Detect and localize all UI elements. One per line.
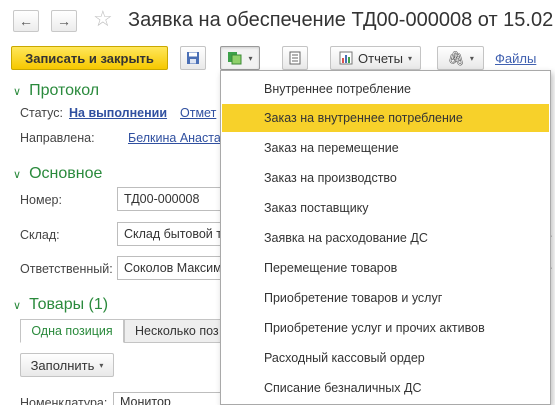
back-button[interactable]: ← xyxy=(13,10,39,32)
menu-item-order-internal-consumption[interactable]: Заказ на внутреннее потребление xyxy=(222,104,549,132)
goods-section-header[interactable]: ∨ Товары (1) xyxy=(13,296,108,314)
create-based-on-button[interactable]: ▾ xyxy=(220,46,260,70)
menu-item-cashless-writeoff[interactable]: Списание безналичных ДС xyxy=(222,374,549,402)
save-and-close-button[interactable]: Записать и закрыть xyxy=(11,46,168,70)
menu-item-purchase-services-assets[interactable]: Приобретение услуг и прочих активов xyxy=(222,314,549,342)
paperclip-icon: 🖇 xyxy=(447,49,465,66)
chevron-down-icon: ∨ xyxy=(13,85,22,98)
create-based-on-icon xyxy=(228,52,242,65)
forward-button[interactable]: → xyxy=(51,10,77,32)
chevron-down-icon: ▾ xyxy=(407,53,412,63)
protocol-section-header[interactable]: ∨ Протокол xyxy=(13,82,99,100)
responsible-label: Ответственный: xyxy=(20,262,113,276)
nomenclature-label: Номенклатура: xyxy=(20,396,108,405)
reports-button[interactable]: Отчеты ▾ xyxy=(330,46,421,70)
files-link[interactable]: Файлы xyxy=(495,51,536,66)
main-section-header[interactable]: ∨ Основное xyxy=(13,165,102,183)
chevron-down-icon: ▾ xyxy=(469,53,474,63)
menu-item-payment-request[interactable]: Заявка на расходование ДС xyxy=(222,224,549,252)
document-list-icon xyxy=(289,51,301,65)
arrow-right-icon: → xyxy=(57,13,71,29)
status-label: Статус: xyxy=(20,106,63,120)
chevron-down-icon: ▾ xyxy=(99,360,104,370)
list-button[interactable] xyxy=(282,46,308,70)
warehouse-field[interactable]: Склад бытовой т xyxy=(117,222,222,246)
tab-several-positions[interactable]: Несколько поз xyxy=(124,319,222,343)
status-extra-link[interactable]: Отмет xyxy=(180,106,216,120)
menu-item-cash-outflow-order[interactable]: Расходный кассовый ордер xyxy=(222,344,549,372)
menu-item-supplier-order[interactable]: Заказ поставщику xyxy=(222,194,549,222)
responsible-field[interactable]: Соколов Максим xyxy=(117,256,222,280)
tab-one-position[interactable]: Одна позиция xyxy=(20,319,124,343)
menu-item-purchase-goods-services[interactable]: Приобретение товаров и услуг xyxy=(222,284,549,312)
floppy-disk-icon xyxy=(187,52,199,64)
chevron-down-icon: ∨ xyxy=(13,168,22,181)
chevron-down-icon: ∨ xyxy=(13,299,22,312)
status-value-link[interactable]: На выполнении xyxy=(69,106,167,120)
attachments-button[interactable]: 🖇 ▾ xyxy=(437,46,484,70)
menu-item-production-order[interactable]: Заказ на производство xyxy=(222,164,549,192)
number-label: Номер: xyxy=(20,193,62,207)
report-icon xyxy=(339,51,353,65)
save-button[interactable] xyxy=(180,46,206,70)
menu-item-transfer-order[interactable]: Заказ на перемещение xyxy=(222,134,549,162)
warehouse-label: Склад: xyxy=(20,228,60,242)
chevron-down-icon: ▾ xyxy=(248,53,253,63)
create-based-on-menu: Внутреннее потребление Заказ на внутренн… xyxy=(220,70,551,405)
menu-item-goods-transfer[interactable]: Перемещение товаров xyxy=(222,254,549,282)
fill-button[interactable]: Заполнить ▾ xyxy=(20,353,114,377)
nomenclature-field[interactable]: Монитор xyxy=(113,392,222,405)
directed-label: Направлена: xyxy=(20,131,95,145)
window-title: Заявка на обеспечение ТД00-000008 от 15.… xyxy=(128,9,555,31)
number-field[interactable]: ТД00-000008 xyxy=(117,187,222,211)
arrow-left-icon: ← xyxy=(19,13,33,29)
menu-item-internal-consumption[interactable]: Внутреннее потребление xyxy=(222,75,549,103)
star-icon[interactable]: ☆ xyxy=(93,6,113,32)
